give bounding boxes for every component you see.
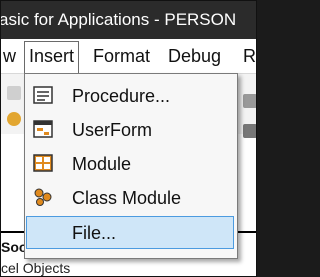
menu-view[interactable]: w (1, 42, 20, 70)
menu-bar: w Insert Format Debug R (1, 39, 256, 74)
menu-item-label: UserForm (72, 120, 152, 140)
menu-item-label: File... (72, 223, 117, 243)
class-module-icon (34, 188, 52, 206)
project-tree-item[interactable]: cel Objects (1, 260, 70, 276)
menu-item-procedure[interactable]: Procedure... (27, 80, 233, 111)
menu-item-class-module[interactable]: Class Module (27, 182, 233, 213)
title-bar: asic for Applications - PERSON (1, 1, 256, 39)
menu-format[interactable]: Format (89, 42, 154, 70)
menu-item-label: Procedure... (72, 86, 171, 106)
userform-icon (33, 120, 53, 138)
menu-run[interactable]: R (239, 42, 256, 70)
toolbar-icon[interactable] (7, 86, 21, 100)
toolbar-icon[interactable] (243, 94, 256, 108)
menu-item-file[interactable]: File... (26, 216, 234, 249)
menu-item-module[interactable]: Module (27, 148, 233, 179)
menu-item-label: Class Module (72, 188, 182, 208)
menu-item-userform[interactable]: UserForm (27, 114, 233, 145)
insert-menu-dropdown: Procedure... UserForm Module Class Modul… (24, 73, 238, 259)
procedure-icon (33, 86, 53, 104)
menu-debug[interactable]: Debug (164, 42, 225, 70)
menu-insert[interactable]: Insert (24, 41, 80, 73)
toolbar-icon[interactable] (243, 124, 256, 138)
window-title: asic for Applications - PERSON (1, 10, 237, 29)
vba-editor-window: asic for Applications - PERSON w Insert … (0, 0, 257, 277)
module-icon (33, 154, 53, 172)
menu-item-label: Module (72, 154, 132, 174)
hand-icon[interactable] (7, 112, 21, 126)
